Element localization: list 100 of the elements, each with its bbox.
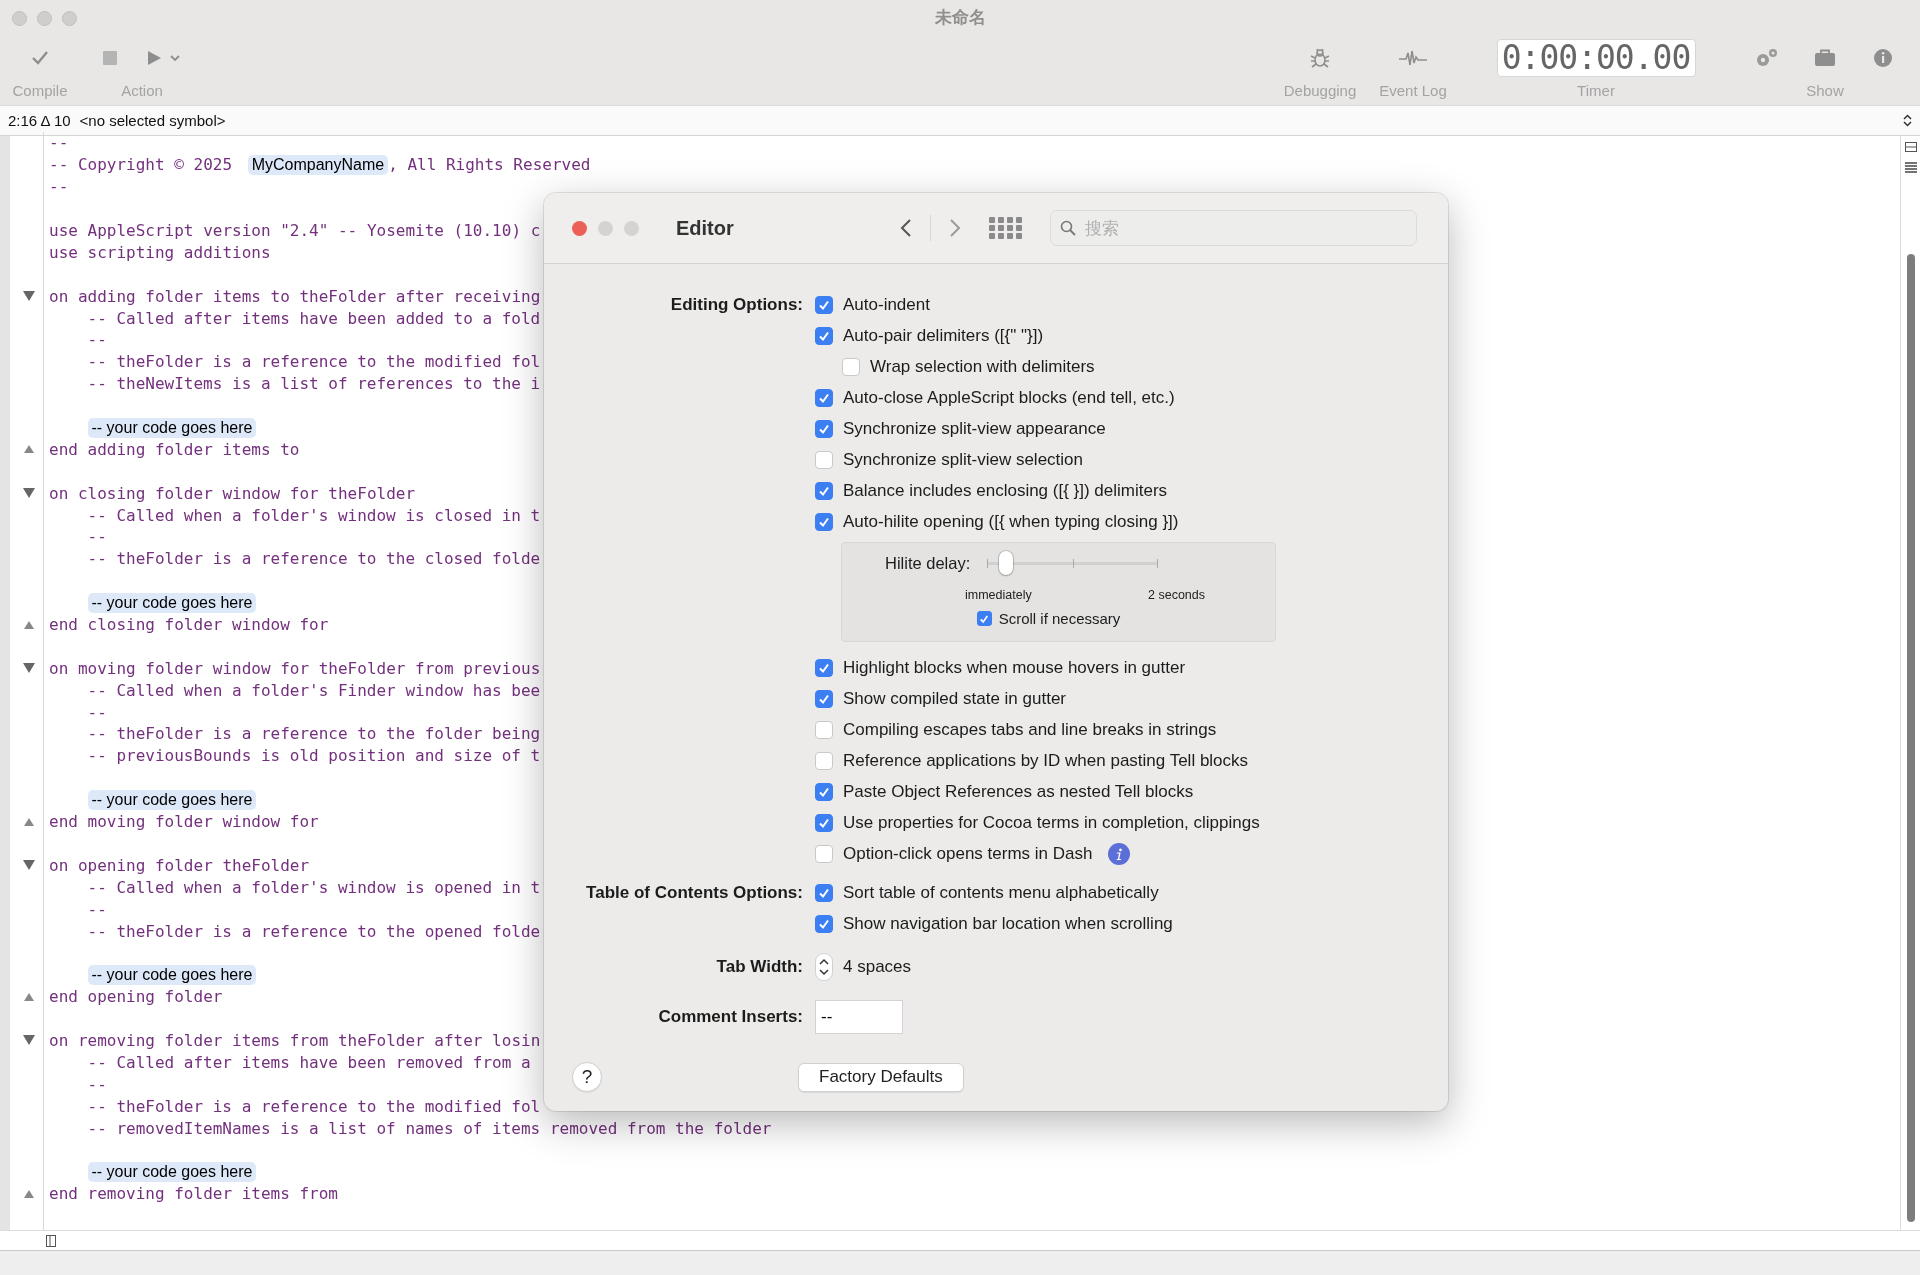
code-text: -- Copyright © 2025 [49, 155, 234, 175]
split-icon[interactable] [46, 1234, 56, 1247]
code-line: use scripting additions [49, 242, 271, 262]
stepper[interactable] [815, 952, 833, 981]
list-icon[interactable] [1904, 162, 1917, 174]
checkbox[interactable] [815, 883, 833, 902]
checkbox[interactable] [815, 512, 833, 531]
code-line: on removing folder items from theFolder after losin [49, 1030, 541, 1050]
code-line: -- Called when a folder's Finder window has bee [87, 680, 541, 700]
toolbar-label: Debugging [1283, 82, 1357, 100]
checkbox[interactable] [815, 751, 833, 770]
checkbox-label: Scroll if necessary [998, 610, 1121, 627]
cursor-position: 2:16 Δ 10 [8, 112, 71, 129]
bug-icon[interactable] [1309, 47, 1331, 69]
info-icon[interactable] [1873, 48, 1893, 68]
code-line: end adding folder items to [49, 439, 300, 459]
checkbox[interactable] [815, 813, 833, 832]
fold-arrow-icon[interactable] [23, 816, 34, 827]
checkbox[interactable] [815, 689, 833, 708]
checkbox-label: Compiling escapes tabs and line breaks in strings [843, 719, 1217, 740]
checkmark-icon [818, 298, 830, 311]
fold-arrow-icon[interactable] [23, 444, 34, 455]
back-icon[interactable] [900, 218, 912, 238]
code-line: on adding folder items to theFolder after receiving [49, 286, 541, 306]
fold-arrow-icon[interactable] [22, 487, 35, 500]
code-line: on closing folder window for theFolder [49, 483, 416, 503]
checkbox-label: Paste Object References as nested Tell blocks [843, 781, 1194, 802]
checkbox-label: Wrap selection with delimiters [870, 356, 1095, 377]
fold-arrow-icon[interactable] [23, 619, 34, 630]
code-line: -- Called when a folder's window is closed in t [87, 505, 541, 525]
checkbox-label: Synchronize split-view appearance [843, 418, 1106, 439]
checkbox[interactable] [815, 844, 833, 863]
hilite-delay-slider[interactable] [987, 551, 1158, 575]
code-line: -- [87, 330, 107, 350]
forward-icon[interactable] [949, 218, 961, 238]
code-line: -- [87, 899, 107, 919]
scroll-thumb[interactable] [1906, 254, 1915, 1222]
section-label: Editing Options: [670, 294, 803, 315]
code-line: -- theNewItems is a list of references to the i [87, 374, 541, 394]
code-placeholder[interactable]: MyCompanyName [247, 154, 389, 175]
fold-arrow-icon[interactable] [22, 1034, 35, 1047]
checkmark-icon [818, 917, 830, 930]
fold-arrow-icon[interactable] [23, 1188, 34, 1199]
code-line: end removing folder items from [49, 1184, 338, 1204]
comment-inserts-field[interactable]: -- [815, 1000, 903, 1034]
info-icon[interactable] [1108, 842, 1131, 865]
grid-icon[interactable] [989, 217, 1022, 239]
checkmark-icon [818, 661, 830, 674]
code-placeholder[interactable]: -- your code goes here [87, 964, 257, 985]
settings-icon[interactable] [1754, 47, 1780, 69]
tab-width-value: 4 spaces [843, 956, 912, 977]
code-line: end moving folder window for [49, 812, 319, 832]
split-view-icon[interactable] [1904, 142, 1917, 152]
code-line: -- removedItemNames is a list of names of items removed from the folder [87, 1118, 772, 1138]
checkbox-label: Balance includes enclosing ([{ }]) delimiters [843, 480, 1168, 501]
checkbox[interactable] [815, 720, 833, 739]
checkbox[interactable] [815, 419, 833, 438]
slider-min-label: immediately [965, 588, 1032, 602]
code-line: -- [87, 1074, 107, 1094]
code-line: -- Called when a folder's window is opened in t [87, 877, 541, 897]
code-placeholder[interactable]: -- your code goes here [87, 592, 257, 613]
waveform-icon[interactable] [1398, 49, 1428, 67]
fold-arrow-icon[interactable] [22, 662, 35, 675]
symbol-menu[interactable]: <no selected symbol> [79, 112, 1903, 129]
checkbox-label: Use properties for Cocoa terms in completion, clippings [843, 812, 1260, 833]
code-line: -- theFolder is a reference to the modified fol [87, 352, 541, 372]
code-placeholder[interactable]: -- your code goes here [87, 1161, 257, 1182]
factory-defaults-button[interactable]: Factory Defaults [798, 1062, 964, 1092]
help-button[interactable]: ? [572, 1062, 602, 1092]
code-line: -- theFolder is a reference to the closed folde [87, 549, 541, 569]
checkmark-icon [818, 785, 830, 798]
code-line: -- [49, 133, 69, 153]
checkbox[interactable] [815, 450, 833, 469]
checkbox[interactable] [815, 658, 833, 677]
checkmark-icon[interactable] [31, 50, 49, 66]
checkmark-icon [818, 692, 830, 705]
checkbox[interactable] [815, 295, 833, 314]
close-button[interactable] [572, 220, 587, 236]
checkbox[interactable] [815, 782, 833, 801]
fold-arrow-icon[interactable] [23, 991, 34, 1002]
search-field[interactable]: 搜索 [1050, 210, 1417, 246]
fold-arrow-icon[interactable] [22, 290, 35, 303]
checkbox[interactable] [815, 914, 833, 933]
fold-arrow-icon[interactable] [22, 859, 35, 872]
play-icon[interactable] [147, 50, 181, 66]
code-text: , All Rights Reserved [388, 155, 591, 175]
code-line: end closing folder window for [49, 615, 329, 635]
checkbox[interactable] [815, 481, 833, 500]
checkbox[interactable] [842, 357, 860, 376]
checkbox[interactable] [815, 388, 833, 407]
briefcase-icon[interactable] [1814, 49, 1836, 67]
checkbox[interactable] [976, 611, 992, 626]
checkbox[interactable] [815, 326, 833, 345]
code-placeholder[interactable]: -- your code goes here [87, 789, 257, 810]
updown-icon[interactable] [1903, 114, 1912, 127]
checkbox-label: Show navigation bar location when scrolling [843, 913, 1173, 934]
code-placeholder[interactable]: -- your code goes here [87, 417, 257, 438]
section-label: Table of Contents Options: [586, 882, 803, 903]
dialog-title: Editor [676, 216, 735, 240]
code-line: -- theFolder is a reference to the opened folde [87, 921, 541, 941]
